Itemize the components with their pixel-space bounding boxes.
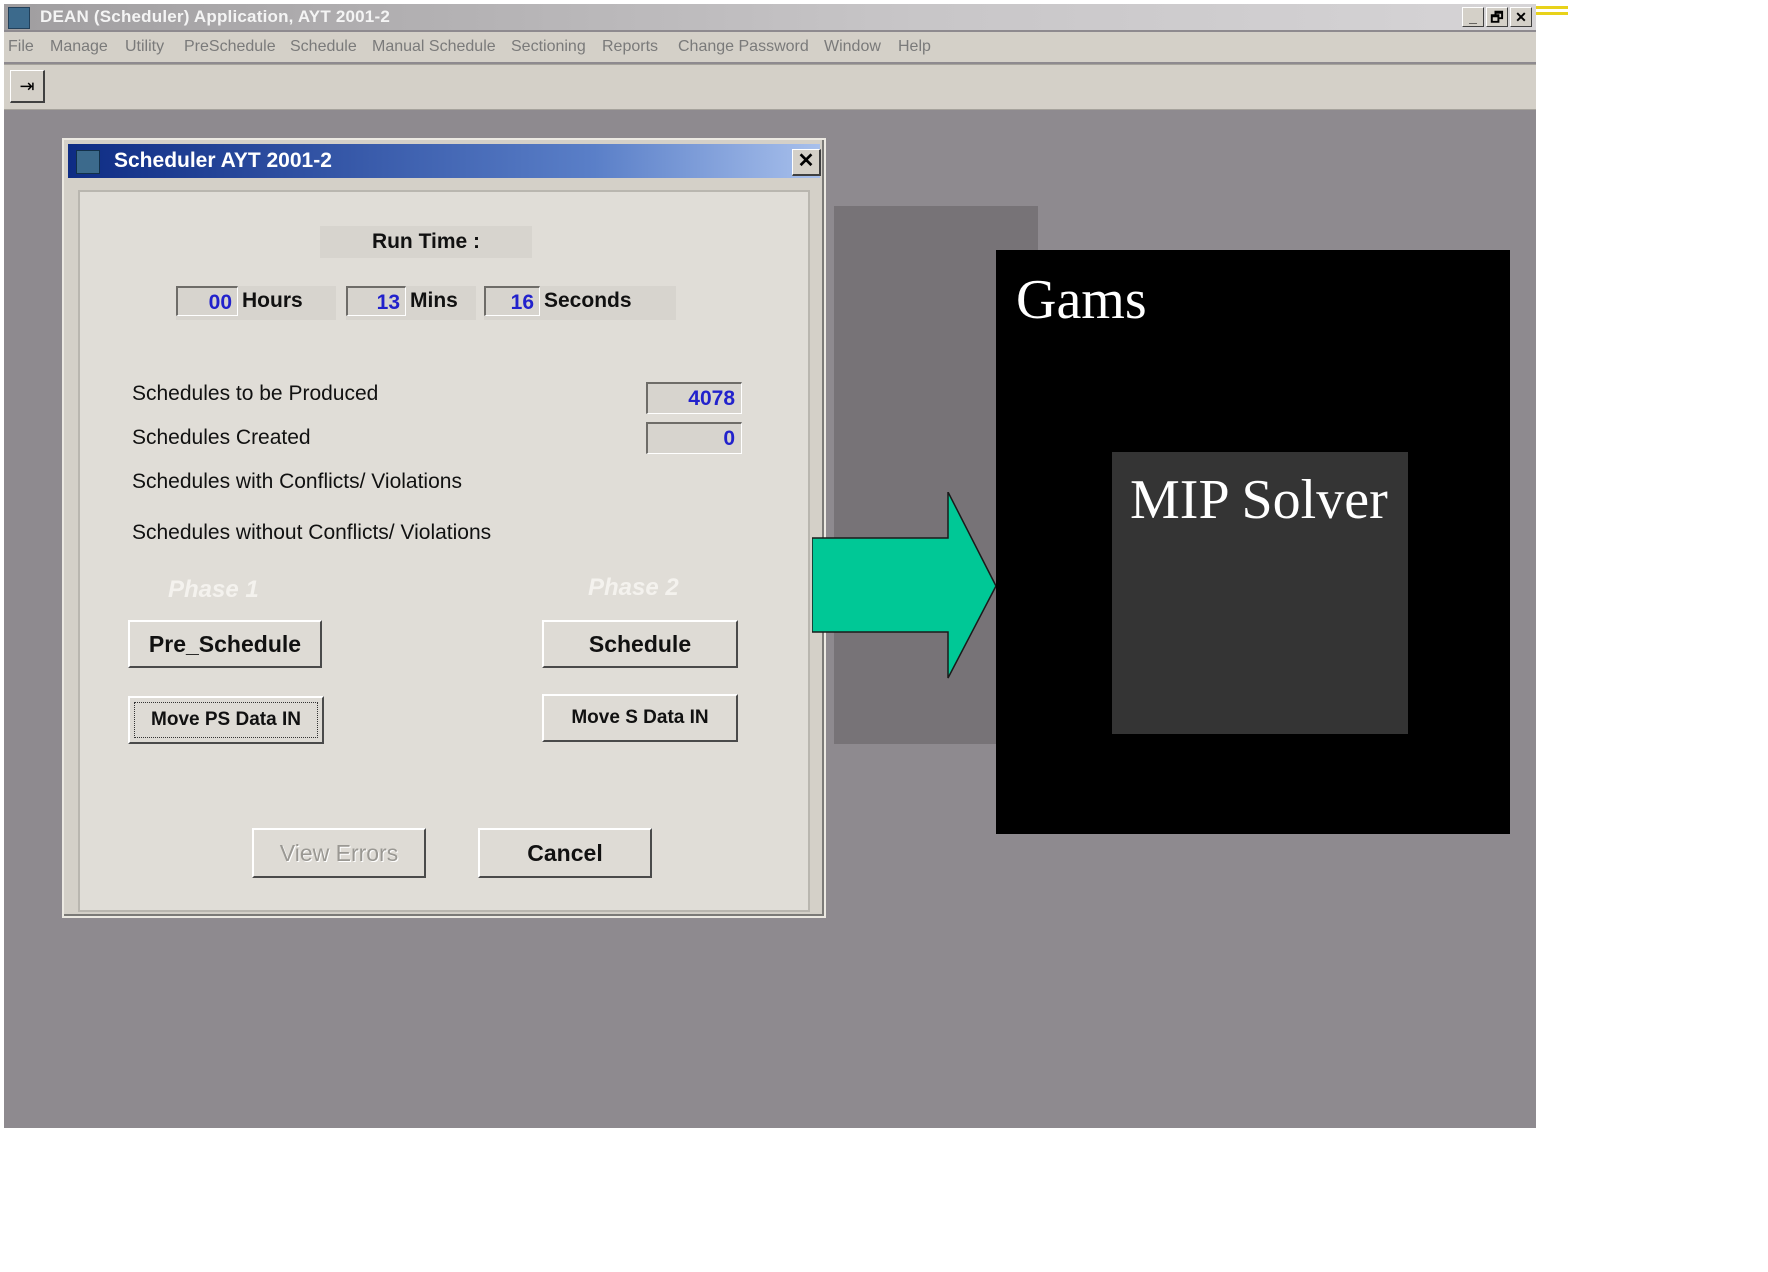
menu-file[interactable]: File [8,38,34,56]
seconds-label: Seconds [544,289,632,312]
hours-group: 00 Hours [176,286,336,320]
schedules-to-be-produced-label: Schedules to be Produced [132,382,379,405]
move-ps-data-in-button[interactable]: Move PS Data IN [128,696,324,744]
schedules-created-label: Schedules Created [132,426,311,449]
schedules-created-value: 0 [646,422,742,454]
schedules-to-be-produced-value: 4078 [646,382,742,414]
mip-solver-box: MIP Solver [1112,452,1408,734]
mins-value: 13 [346,286,406,316]
move-s-data-in-button[interactable]: Move S Data IN [542,694,738,742]
dialog-icon [76,150,100,174]
dialog-title-bar: Scheduler AYT 2001-2 ✕ [68,144,821,178]
mins-label: Mins [410,289,458,312]
app-title: DEAN (Scheduler) Application, AYT 2001-2 [40,7,390,26]
menu-schedule[interactable]: Schedule [290,38,357,56]
gams-label: Gams [1016,269,1147,331]
menu-window[interactable]: Window [824,38,881,56]
menu-sectioning[interactable]: Sectioning [511,38,586,56]
menu-manual-schedule[interactable]: Manual Schedule [372,38,496,56]
seconds-value: 16 [484,286,540,316]
hours-value: 00 [176,286,238,316]
seconds-group: 16 Seconds [484,286,676,320]
menu-manage[interactable]: Manage [50,38,108,56]
conflicts-label: Schedules with Conflicts/ Violations [132,470,462,493]
pre-schedule-button[interactable]: Pre_Schedule [128,620,322,668]
hours-label: Hours [242,289,303,312]
decorative-mark [1536,6,1568,20]
cancel-button[interactable]: Cancel [478,828,652,878]
dialog-title: Scheduler AYT 2001-2 [114,149,332,172]
mip-solver-label: MIP Solver [1130,469,1388,531]
menu-preschedule[interactable]: PreSchedule [184,38,276,56]
menu-change-password[interactable]: Change Password [678,38,809,56]
app-icon [8,7,30,29]
menu-help[interactable]: Help [898,38,931,56]
scheduler-dialog: Scheduler AYT 2001-2 ✕ Run Time : 00 Hou… [62,138,826,918]
dialog-body: Run Time : 00 Hours 13 Mins 16 Seconds S… [78,190,810,912]
phase1-label: Phase 1 [168,576,259,603]
run-time-label: Run Time : [320,226,532,258]
app-title-bar: DEAN (Scheduler) Application, AYT 2001-2… [4,4,1536,30]
no-conflicts-label: Schedules without Conflicts/ Violations [132,521,492,544]
exit-icon[interactable]: ⇥ [10,70,45,103]
restore-button[interactable]: 🗗 [1486,7,1508,27]
minimize-button[interactable]: _ [1462,7,1484,27]
menu-reports[interactable]: Reports [602,38,658,56]
toolbar: ⇥ [4,64,1536,110]
close-button[interactable]: ✕ [1510,7,1532,27]
phase2-label: Phase 2 [588,574,679,601]
dialog-close-button[interactable]: ✕ [792,149,821,176]
menu-bar: File Manage Utility PreSchedule Schedule… [4,32,1536,62]
mins-group: 13 Mins [346,286,476,320]
gams-box: Gams MIP Solver [996,250,1510,834]
view-errors-button[interactable]: View Errors [252,828,426,878]
arrow-right-icon [812,492,997,679]
schedule-button[interactable]: Schedule [542,620,738,668]
menu-utility[interactable]: Utility [125,38,164,56]
